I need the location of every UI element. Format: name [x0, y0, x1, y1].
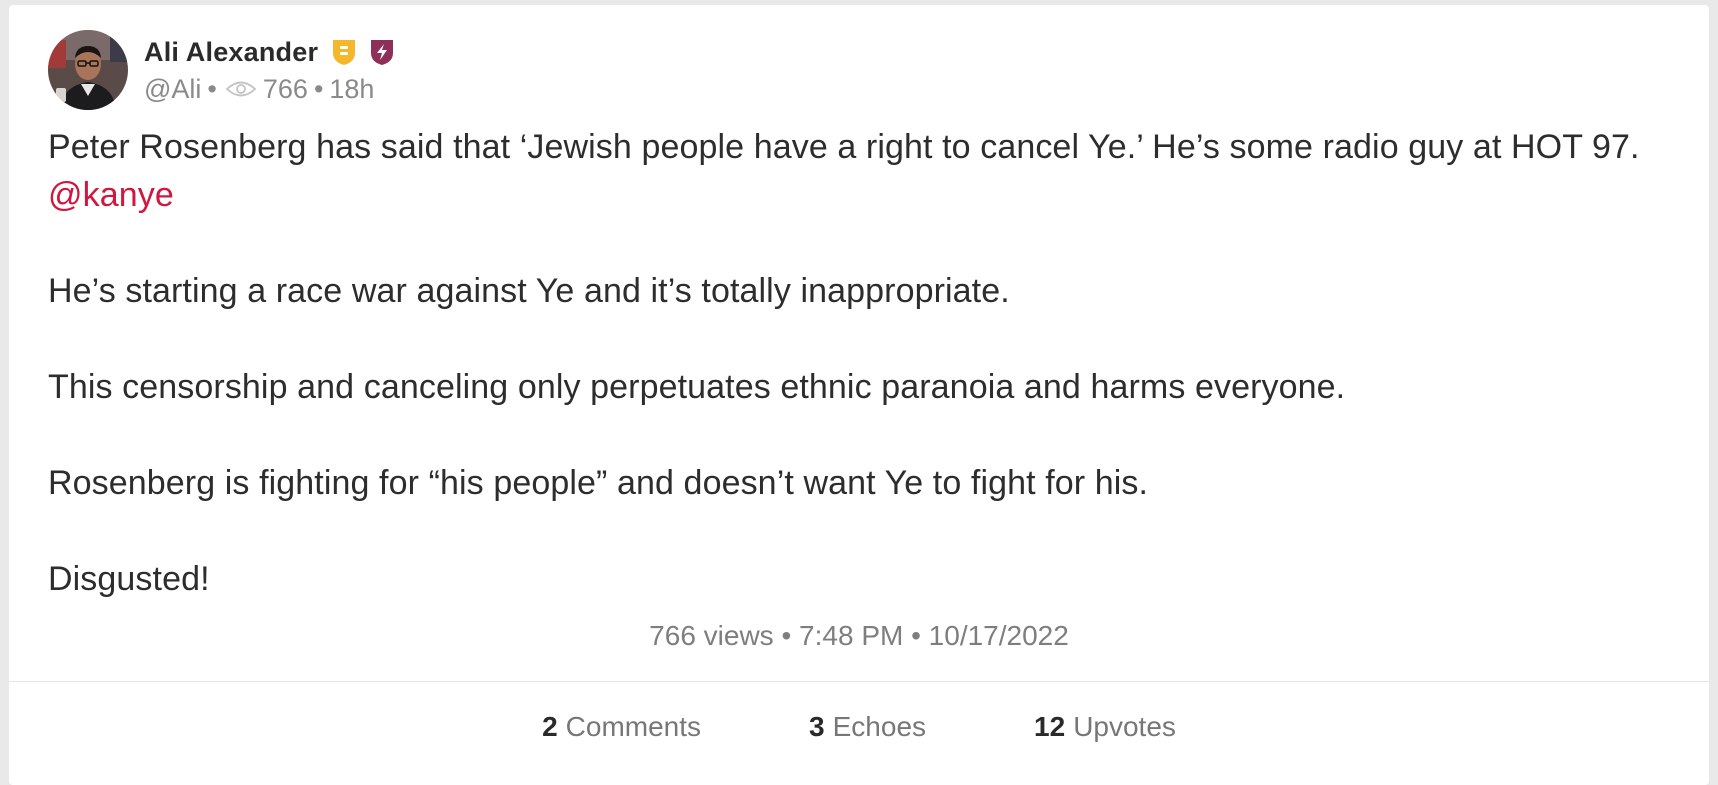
- upvotes-count: 12: [1034, 711, 1066, 742]
- post-paragraph: Rosenberg is fighting for “his people” a…: [48, 464, 1149, 502]
- comments-count: 2: [542, 711, 558, 742]
- post-paragraph: He’s starting a race war against Ye and …: [48, 272, 1010, 310]
- paragraph-text: Peter Rosenberg has said that ‘Jewish pe…: [48, 128, 1640, 166]
- avatar[interactable]: [48, 30, 128, 110]
- avatar-photo: [48, 30, 128, 110]
- mention-link[interactable]: @kanye: [48, 176, 174, 214]
- post-footer-meta: 766 views • 7:48 PM • 10/17/2022: [649, 620, 1069, 651]
- post-actions: 2 Comments 3 Echoes 12 Upvotes: [9, 705, 1709, 749]
- post-meta-row: @Ali • 766 • 18h: [144, 71, 396, 107]
- gold-shield-icon: [330, 38, 358, 66]
- upvotes-button[interactable]: 12 Upvotes: [1034, 711, 1176, 743]
- separator-dot: •: [207, 73, 217, 104]
- purple-bolt-shield-icon: [368, 38, 396, 66]
- author-name[interactable]: Ali Alexander: [144, 37, 318, 68]
- post-paragraph: Peter Rosenberg has said that ‘Jewish pe…: [48, 123, 1688, 219]
- post-age[interactable]: 18h: [329, 74, 374, 105]
- separator-dot: •: [313, 73, 324, 104]
- post-paragraph: This censorship and canceling only perpe…: [48, 368, 1346, 406]
- post-body: Peter Rosenberg has said that ‘Jewish pe…: [48, 123, 1688, 603]
- echoes-label: Echoes: [832, 711, 927, 742]
- comments-label: Comments: [565, 711, 702, 742]
- author-block: Ali Alexander @Ali • 766 • 18h: [144, 33, 396, 107]
- post-header: Ali Alexander @Ali • 766 • 18h: [48, 28, 396, 112]
- comments-button[interactable]: 2 Comments: [542, 711, 701, 743]
- author-name-row: Ali Alexander: [144, 33, 396, 71]
- upvotes-label: Upvotes: [1073, 711, 1176, 742]
- post-paragraph: Disgusted!: [48, 560, 210, 598]
- post-card: Ali Alexander @Ali • 766 • 18h Peter Ros…: [9, 5, 1709, 785]
- divider: [9, 681, 1709, 682]
- author-handle[interactable]: @Ali: [144, 74, 201, 105]
- echoes-count: 3: [809, 711, 825, 742]
- echoes-button[interactable]: 3 Echoes: [809, 711, 926, 743]
- eye-icon: [225, 81, 257, 97]
- view-count: 766: [262, 73, 308, 104]
